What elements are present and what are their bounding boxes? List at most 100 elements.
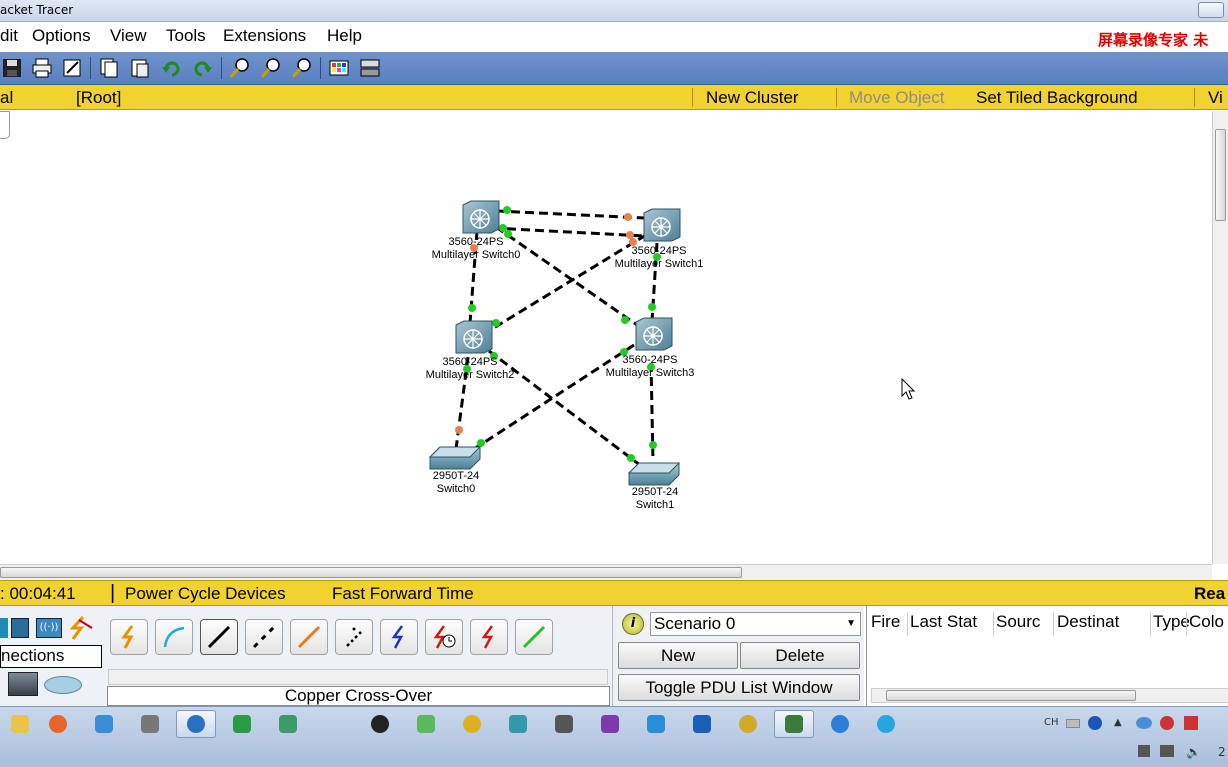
print-button[interactable]	[30, 56, 54, 80]
network-tray-icon[interactable]	[1160, 745, 1174, 757]
realtime-mode-tab[interactable]: Rea	[1194, 584, 1225, 604]
menu-edit[interactable]: dit	[0, 26, 18, 46]
pdu-column-header[interactable]: Colo	[1189, 612, 1224, 632]
connections-category-icon[interactable]	[67, 615, 93, 640]
pdu-column-header[interactable]: Sourc	[996, 612, 1040, 632]
tray-expand-icon[interactable]: ▲	[1114, 717, 1122, 728]
taskbar-shark[interactable]	[682, 710, 722, 738]
scenario-select[interactable]: Scenario 0 ▼	[650, 612, 861, 636]
help-icon[interactable]	[1088, 716, 1102, 730]
undo-button[interactable]	[160, 56, 184, 80]
pdu-list-scrollbar[interactable]	[871, 688, 1228, 703]
cable-list-scrollbar[interactable]	[108, 669, 608, 685]
switch-category-icon[interactable]	[0, 618, 8, 638]
taskbar-project[interactable]	[268, 710, 308, 738]
cable-automatic-button[interactable]	[110, 619, 148, 655]
paste-button[interactable]	[128, 56, 152, 80]
cable-phone-button[interactable]	[335, 619, 373, 655]
logical-tab[interactable]: al	[0, 88, 13, 108]
monitor-icon[interactable]	[1138, 745, 1150, 757]
pdu-column-header[interactable]: Fire	[871, 612, 900, 632]
root-breadcrumb[interactable]: [Root]	[76, 88, 121, 108]
wan-emulation-category-icon[interactable]	[44, 676, 82, 694]
security-icon[interactable]	[1160, 716, 1174, 730]
end-devices-category-icon[interactable]	[8, 672, 38, 696]
taskbar-calculator[interactable]	[130, 710, 170, 738]
pdu-column-header[interactable]: Destinat	[1057, 612, 1119, 632]
cable-serial-dce-button[interactable]	[425, 619, 463, 655]
cable-fiber-button[interactable]	[290, 619, 328, 655]
menu-help[interactable]: Help	[327, 26, 362, 46]
logical-workspace[interactable]: 3560-24PS Multilayer Switch0 3560-24PS Mul…	[0, 111, 1212, 564]
device-label: 2950T-24 Switch1	[631, 486, 679, 511]
activity-wizard-button[interactable]	[60, 56, 84, 80]
minimize-button[interactable]	[1198, 2, 1224, 18]
toggle-pdu-list-button[interactable]: Toggle PDU List Window	[618, 674, 860, 701]
new-scenario-button[interactable]: New	[618, 642, 738, 669]
taskbar-misc[interactable]	[728, 710, 768, 738]
zoom-reset-button[interactable]	[259, 56, 283, 80]
wifi-icon[interactable]	[1136, 717, 1152, 729]
taskbar-sync[interactable]	[406, 710, 446, 738]
viewport-button[interactable]: Vi	[1208, 88, 1223, 108]
workspace-vertical-scrollbar[interactable]	[1212, 111, 1228, 564]
network-topology[interactable]	[0, 111, 1212, 564]
multilayer-switch2-icon[interactable]	[455, 320, 493, 354]
redo-button[interactable]	[190, 56, 214, 80]
multilayer-switch0-icon[interactable]	[462, 200, 500, 234]
set-tiled-background-button[interactable]: Set Tiled Background	[976, 88, 1138, 108]
taskbar-ie[interactable]	[820, 710, 860, 738]
taskbar-active-app[interactable]	[176, 710, 216, 738]
switch0-icon[interactable]	[428, 446, 482, 470]
taskbar-onenote[interactable]	[590, 710, 630, 738]
taskbar-chrome[interactable]	[452, 710, 492, 738]
multilayer-switch1-icon[interactable]	[643, 208, 681, 242]
custom-devices-button[interactable]	[358, 56, 382, 80]
hub-category-icon[interactable]	[11, 618, 29, 638]
taskbar-firefox[interactable]	[38, 710, 78, 738]
workspace-horizontal-scrollbar[interactable]	[0, 564, 1212, 580]
taskbar-tool[interactable]	[498, 710, 538, 738]
move-object-button[interactable]: Move Object	[849, 88, 944, 108]
taskbar-explorer[interactable]	[0, 710, 40, 738]
new-cluster-button[interactable]: New Cluster	[706, 88, 799, 108]
switch1-icon[interactable]	[627, 462, 681, 486]
info-icon[interactable]: i	[622, 613, 644, 635]
palette-button[interactable]	[327, 56, 351, 80]
fast-forward-time-button[interactable]: Fast Forward Time	[332, 584, 474, 604]
taskbar-qq[interactable]	[360, 710, 400, 738]
taskbar-browser[interactable]	[866, 710, 906, 738]
zoom-in-button[interactable]	[228, 56, 252, 80]
taskbar-packet-tracer[interactable]	[774, 710, 814, 738]
cable-copper-straight-button[interactable]	[200, 619, 238, 655]
menu-options[interactable]: Options	[32, 26, 91, 46]
flag-icon[interactable]	[1184, 716, 1198, 730]
cable-console-button[interactable]	[155, 619, 193, 655]
cable-copper-cross-button[interactable]	[245, 619, 283, 655]
wireless-category-icon[interactable]: ((·))	[36, 618, 62, 638]
taskbar-network[interactable]	[84, 710, 124, 738]
taskbar-excel[interactable]	[222, 710, 262, 738]
pdu-column-header[interactable]: Type	[1153, 612, 1190, 632]
cable-coaxial-button[interactable]	[380, 619, 418, 655]
taskbar-skype[interactable]	[636, 710, 676, 738]
pdu-column-header[interactable]: Last Stat	[910, 612, 977, 632]
taskbar-camera[interactable]	[544, 710, 584, 738]
keyboard-icon[interactable]	[1066, 719, 1080, 728]
menu-view[interactable]: View	[110, 26, 147, 46]
menu-tools[interactable]: Tools	[166, 26, 206, 46]
zoom-in-icon	[229, 58, 249, 78]
zoom-out-button[interactable]	[290, 56, 314, 80]
power-cycle-devices-button[interactable]: Power Cycle Devices	[125, 584, 286, 604]
copy-button[interactable]	[97, 56, 121, 80]
delete-scenario-button[interactable]: Delete	[740, 642, 860, 669]
menu-extensions[interactable]: Extensions	[223, 26, 306, 46]
qq-icon	[371, 715, 389, 733]
cable-serial-dte-button[interactable]	[470, 619, 508, 655]
input-language[interactable]: CH	[1044, 717, 1059, 728]
clock[interactable]: 2	[1218, 745, 1226, 759]
cable-octal-button[interactable]	[515, 619, 553, 655]
save-button[interactable]	[0, 56, 24, 80]
volume-icon[interactable]: 🔈	[1186, 745, 1201, 759]
multilayer-switch3-icon[interactable]	[635, 317, 673, 351]
